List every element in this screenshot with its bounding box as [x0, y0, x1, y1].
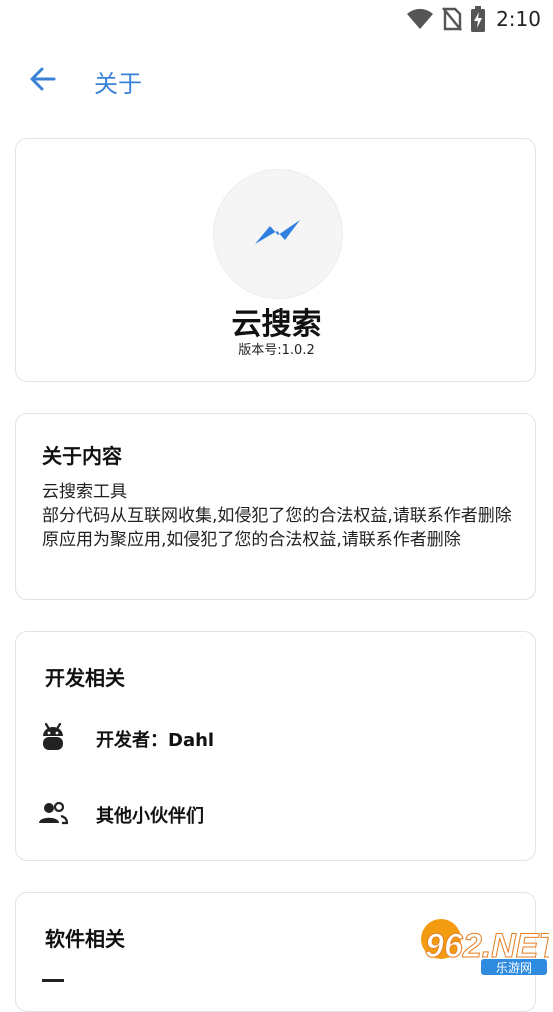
status-icons: 2:10: [406, 6, 541, 32]
app-version: 版本号:1.0.2: [238, 343, 315, 358]
android-icon: [43, 722, 63, 750]
developer-label: 开发者：Dahl: [96, 730, 215, 751]
friends-item[interactable]: 其他小伙伴们: [16, 784, 537, 840]
software-title: 软件相关: [45, 927, 125, 951]
app-name: 云搜索: [231, 307, 322, 342]
app-bar: 关于: [0, 56, 553, 106]
developer-title: 开发相关: [45, 666, 125, 690]
friends-label: 其他小伙伴们: [96, 806, 204, 827]
watermark-logo: 962.NET 乐游网: [421, 919, 549, 975]
about-body: 云搜索工具 部分代码从互联网收集,如侵犯了您的合法权益,请联系作者删除 原应用为…: [42, 480, 517, 552]
battery-charging-icon: [471, 6, 486, 32]
app-logo: [213, 169, 343, 299]
list-icon: [42, 979, 64, 982]
about-title: 关于内容: [42, 444, 122, 468]
lightning-bolt-icon: [255, 220, 300, 244]
about-line: 云搜索工具: [42, 482, 127, 502]
status-time: 2:10: [496, 7, 541, 31]
about-line: 原应用为聚应用,如侵犯了您的合法权益,请联系作者删除: [42, 530, 461, 550]
developer-card: 开发相关 开发者：Dahl 其他小伙伴们: [15, 631, 536, 861]
status-bar: 2:10: [0, 0, 553, 40]
no-sim-icon: [442, 7, 463, 31]
about-card: 关于内容 云搜索工具 部分代码从互联网收集,如侵犯了您的合法权益,请联系作者删除…: [15, 413, 536, 600]
about-line: 部分代码从互联网收集,如侵犯了您的合法权益,请联系作者删除: [42, 506, 512, 526]
people-icon: [39, 801, 68, 825]
app-info-card: 云搜索 版本号:1.0.2: [15, 138, 536, 382]
page-title: 关于: [94, 70, 142, 98]
developer-item[interactable]: 开发者：Dahl: [16, 708, 537, 764]
watermark-sub: 乐游网: [496, 961, 532, 975]
arrow-back-icon: [30, 67, 56, 91]
back-button[interactable]: [26, 62, 60, 96]
wifi-icon: [407, 8, 434, 29]
